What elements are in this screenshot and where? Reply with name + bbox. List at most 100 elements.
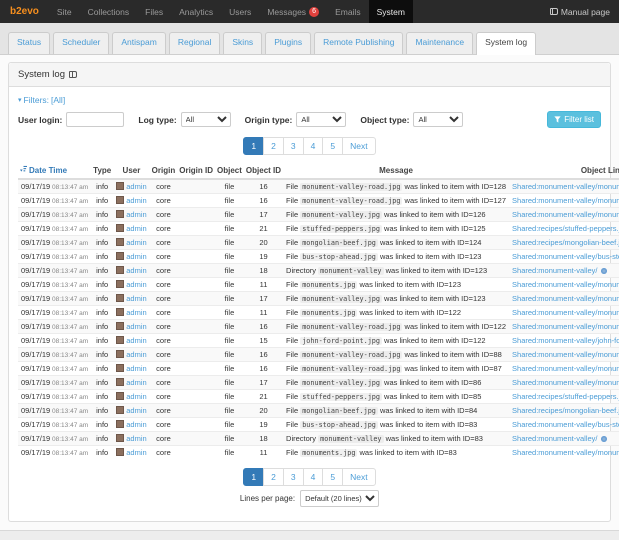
column-header-object-id[interactable]: Object ID bbox=[243, 162, 284, 180]
tab-system-log[interactable]: System log bbox=[476, 32, 537, 55]
object-link[interactable]: Shared:monument-valley/monument-valley-r… bbox=[512, 350, 619, 359]
user-link[interactable]: admin bbox=[126, 378, 146, 387]
object-link[interactable]: Shared:monument-valley/monument-valley-r… bbox=[512, 196, 619, 205]
nav-item-emails[interactable]: Emails bbox=[327, 0, 369, 23]
system-log-table: Date Time Type User Origin Origin ID Obj… bbox=[18, 162, 619, 459]
object-type-select[interactable]: All bbox=[413, 112, 464, 127]
object-link[interactable]: Shared:monument-valley/ bbox=[512, 434, 597, 443]
object-link[interactable]: Shared:recipes/mongolian-beef.jpg bbox=[512, 238, 619, 247]
user-link[interactable]: admin bbox=[126, 266, 146, 275]
object-link[interactable]: Shared:monument-valley/john-ford-point.j… bbox=[512, 336, 619, 345]
object-link[interactable]: Shared:recipes/mongolian-beef.jpg bbox=[512, 406, 619, 415]
user-link[interactable]: admin bbox=[126, 252, 146, 261]
object-link[interactable]: Shared:monument-valley/bus-stop-ahead.jp… bbox=[512, 420, 619, 429]
column-header-object-link[interactable]: Object Link bbox=[509, 162, 619, 180]
object-link[interactable]: Shared:recipes/stuffed-peppers.jpg bbox=[512, 392, 619, 401]
nav-item-site[interactable]: Site bbox=[49, 0, 80, 23]
object-link[interactable]: Shared:monument-valley/monuments.jpg bbox=[512, 280, 619, 289]
nav-item-messages[interactable]: Messages 6 bbox=[259, 0, 327, 23]
user-link[interactable]: admin bbox=[126, 336, 146, 345]
user-link[interactable]: admin bbox=[126, 196, 146, 205]
page-button-4[interactable]: 4 bbox=[302, 137, 324, 155]
filter-list-button[interactable]: Filter list bbox=[547, 111, 601, 128]
b2evo-logo[interactable]: b2evo bbox=[0, 0, 49, 23]
cell-object-link: Shared:monument-valley/bus-stop-ahead.jp… bbox=[509, 417, 619, 432]
tab-scheduler[interactable]: Scheduler bbox=[53, 32, 110, 54]
table-row: 09/17/19 08:13:47 am info admin core file 11 F… bbox=[18, 445, 619, 459]
origin-type-select[interactable]: All bbox=[296, 112, 347, 127]
user-link[interactable]: admin bbox=[126, 434, 146, 443]
page-button-5[interactable]: 5 bbox=[322, 137, 344, 155]
column-header-datetime[interactable]: Date Time bbox=[18, 162, 92, 180]
user-link[interactable]: admin bbox=[126, 224, 146, 233]
tab-plugins[interactable]: Plugins bbox=[265, 32, 312, 54]
column-header-type[interactable]: Type bbox=[91, 162, 114, 180]
user-avatar-icon bbox=[116, 406, 125, 414]
column-header-user[interactable]: User bbox=[113, 162, 150, 180]
user-link[interactable]: admin bbox=[126, 406, 146, 415]
object-link[interactable]: Shared:monument-valley/monument-valley-r… bbox=[512, 182, 619, 191]
object-link[interactable]: Shared:monument-valley/monuments.jpg bbox=[512, 448, 619, 457]
next-page-button[interactable]: Next bbox=[342, 468, 376, 486]
object-link[interactable]: Shared:monument-valley/monument-valley.j… bbox=[512, 294, 619, 303]
user-link[interactable]: admin bbox=[126, 392, 146, 401]
user-login-input[interactable] bbox=[66, 112, 125, 127]
cell-object-link: Shared:monument-valley/monuments.jpg bbox=[509, 305, 619, 320]
object-link[interactable]: Shared:monument-valley/monument-valley-r… bbox=[512, 322, 619, 331]
manual-book-icon[interactable] bbox=[69, 71, 77, 78]
next-page-button[interactable]: Next bbox=[342, 137, 376, 155]
user-link[interactable]: admin bbox=[126, 350, 146, 359]
log-type-select[interactable]: All bbox=[180, 112, 231, 127]
nav-item-users[interactable]: Users bbox=[221, 0, 259, 23]
page-button-1[interactable]: 1 bbox=[243, 468, 265, 486]
column-header-origin[interactable]: Origin bbox=[149, 162, 178, 180]
log-time: 08:13:47 am bbox=[50, 282, 89, 289]
user-link[interactable]: admin bbox=[126, 322, 146, 331]
user-link[interactable]: admin bbox=[126, 420, 146, 429]
lines-per-page-select[interactable]: Default (20 lines) bbox=[300, 490, 380, 507]
object-link[interactable]: Shared:monument-valley/bus-stop-ahead.jp… bbox=[512, 252, 619, 261]
page-button-5[interactable]: 5 bbox=[322, 468, 344, 486]
user-link[interactable]: admin bbox=[126, 210, 146, 219]
tab-status[interactable]: Status bbox=[8, 32, 51, 54]
cell-origin: core bbox=[149, 193, 178, 208]
permalink-icon[interactable] bbox=[600, 268, 607, 274]
nav-item-collections[interactable]: Collections bbox=[80, 0, 138, 23]
page-button-2[interactable]: 2 bbox=[263, 137, 284, 155]
tab-remote-publishing[interactable]: Remote Publishing bbox=[314, 32, 404, 54]
object-link[interactable]: Shared:monument-valley/monument-valley.j… bbox=[512, 378, 619, 387]
tab-bar: Status Scheduler Antispam Regional Skins Plug… bbox=[0, 23, 619, 55]
page-button-3[interactable]: 3 bbox=[282, 468, 304, 486]
cell-message: File monuments.jpg was linked to item wi… bbox=[283, 445, 510, 459]
user-link[interactable]: admin bbox=[126, 280, 146, 289]
manual-page-link[interactable]: Manual page bbox=[549, 0, 619, 23]
object-link[interactable]: Shared:monument-valley/monument-valley.j… bbox=[512, 210, 619, 219]
object-link[interactable]: Shared:monument-valley/monuments.jpg bbox=[512, 308, 619, 317]
user-link[interactable]: admin bbox=[126, 448, 146, 457]
nav-item-system[interactable]: System bbox=[368, 0, 413, 23]
page-button-3[interactable]: 3 bbox=[282, 137, 304, 155]
user-link[interactable]: admin bbox=[126, 308, 146, 317]
tab-skins[interactable]: Skins bbox=[223, 32, 263, 54]
filters-link[interactable]: Filters: bbox=[24, 95, 50, 105]
tab-antispam[interactable]: Antispam bbox=[112, 32, 166, 54]
nav-item-files[interactable]: Files bbox=[137, 0, 171, 23]
filters-all-link[interactable]: [All] bbox=[51, 95, 65, 105]
user-link[interactable]: admin bbox=[126, 294, 146, 303]
page-button-2[interactable]: 2 bbox=[263, 468, 284, 486]
page-button-1[interactable]: 1 bbox=[243, 137, 265, 155]
tab-regional[interactable]: Regional bbox=[168, 32, 221, 54]
object-link[interactable]: Shared:monument-valley/ bbox=[512, 266, 597, 275]
user-link[interactable]: admin bbox=[126, 182, 146, 191]
nav-item-analytics[interactable]: Analytics bbox=[171, 0, 221, 23]
page-button-4[interactable]: 4 bbox=[302, 468, 324, 486]
column-header-message[interactable]: Message bbox=[283, 162, 510, 180]
column-header-origin-id[interactable]: Origin ID bbox=[177, 162, 216, 180]
user-link[interactable]: admin bbox=[126, 238, 146, 247]
user-link[interactable]: admin bbox=[126, 364, 146, 373]
object-link[interactable]: Shared:monument-valley/monument-valley-r… bbox=[512, 364, 619, 373]
object-link[interactable]: Shared:recipes/stuffed-peppers.jpg bbox=[512, 224, 619, 233]
permalink-icon[interactable] bbox=[600, 436, 607, 442]
column-header-object[interactable]: Object bbox=[215, 162, 244, 180]
tab-maintenance[interactable]: Maintenance bbox=[406, 32, 474, 54]
